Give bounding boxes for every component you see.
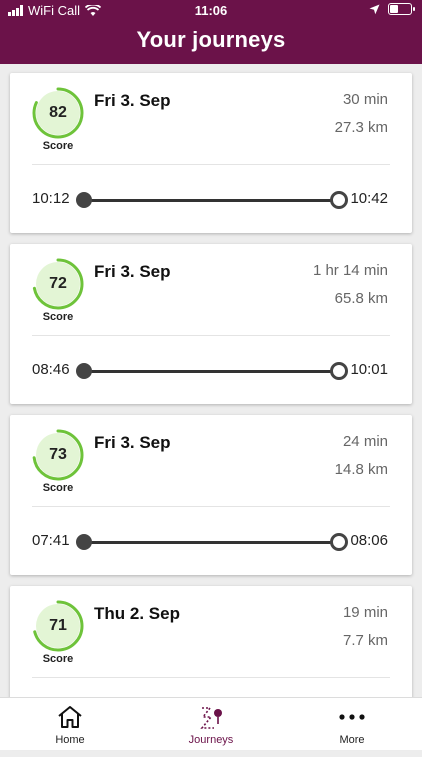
start-time: 10:12 [32,190,70,207]
journey-card[interactable]: 82 Score Fri 3. Sep 30 min 27.3 km 10:12… [10,73,412,233]
end-time: 08:06 [350,532,388,549]
score-label: Score [42,140,74,152]
timeline-track [84,370,338,373]
journey-date: Fri 3. Sep [94,91,171,110]
location-arrow-icon [369,4,380,14]
end-time: 10:01 [350,361,388,378]
tab-more[interactable]: More [282,698,422,750]
start-marker-icon [76,192,92,208]
journeys-route-icon [200,707,222,729]
end-marker-icon [330,191,348,209]
journey-duration: 24 min [342,433,388,450]
journey-duration: 19 min [342,604,388,621]
end-time: 10:42 [350,190,388,207]
more-dots-icon [339,714,365,720]
start-time: 07:41 [32,532,70,549]
timeline-track [84,199,338,202]
journey-date: Fri 3. Sep [94,433,171,452]
tab-home-label: Home [55,734,85,746]
tab-journeys[interactable]: Journeys [141,698,281,750]
journey-distance: 7.7 km [342,632,388,649]
bottom-tab-bar: Home Journeys More [0,697,422,750]
journey-list: 82 Score Fri 3. Sep 30 min 27.3 km 10:12… [10,73,412,757]
tab-more-label: More [339,734,365,746]
journey-date: Fri 3. Sep [94,262,171,281]
card-divider [32,677,390,678]
card-divider [32,506,390,507]
score-value: 71 [49,617,67,634]
score-value: 73 [49,446,67,463]
score-value: 72 [49,275,67,292]
score-value: 82 [49,104,67,121]
battery-icon [388,3,415,15]
score-label: Score [42,653,74,665]
app-header: WiFi Call 11:06 Your journeys [0,0,422,64]
score-label: Score [42,482,74,494]
home-icon [58,706,82,728]
status-time: 11:06 [194,3,228,18]
journey-card[interactable]: 73 Score Fri 3. Sep 24 min 14.8 km 07:41… [10,415,412,575]
journey-date: Thu 2. Sep [94,604,180,623]
start-marker-icon [76,363,92,379]
tab-journeys-label: Journeys [188,734,234,746]
tab-home[interactable]: Home [0,698,140,750]
journey-card[interactable]: 72 Score Fri 3. Sep 1 hr 14 min 65.8 km … [10,244,412,404]
journey-duration: 30 min [342,91,388,108]
card-divider [32,335,390,336]
card-divider [32,164,390,165]
journey-distance: 65.8 km [334,290,388,307]
journey-duration: 1 hr 14 min [312,262,388,279]
page-title: Your journeys [136,27,286,52]
status-bar: WiFi Call 11:06 [0,0,422,22]
start-time: 08:46 [32,361,70,378]
timeline-track [84,541,338,544]
journey-distance: 14.8 km [334,461,388,478]
score-label: Score [42,311,74,323]
start-marker-icon [76,534,92,550]
end-marker-icon [330,362,348,380]
journey-distance: 27.3 km [334,119,388,136]
end-marker-icon [330,533,348,551]
